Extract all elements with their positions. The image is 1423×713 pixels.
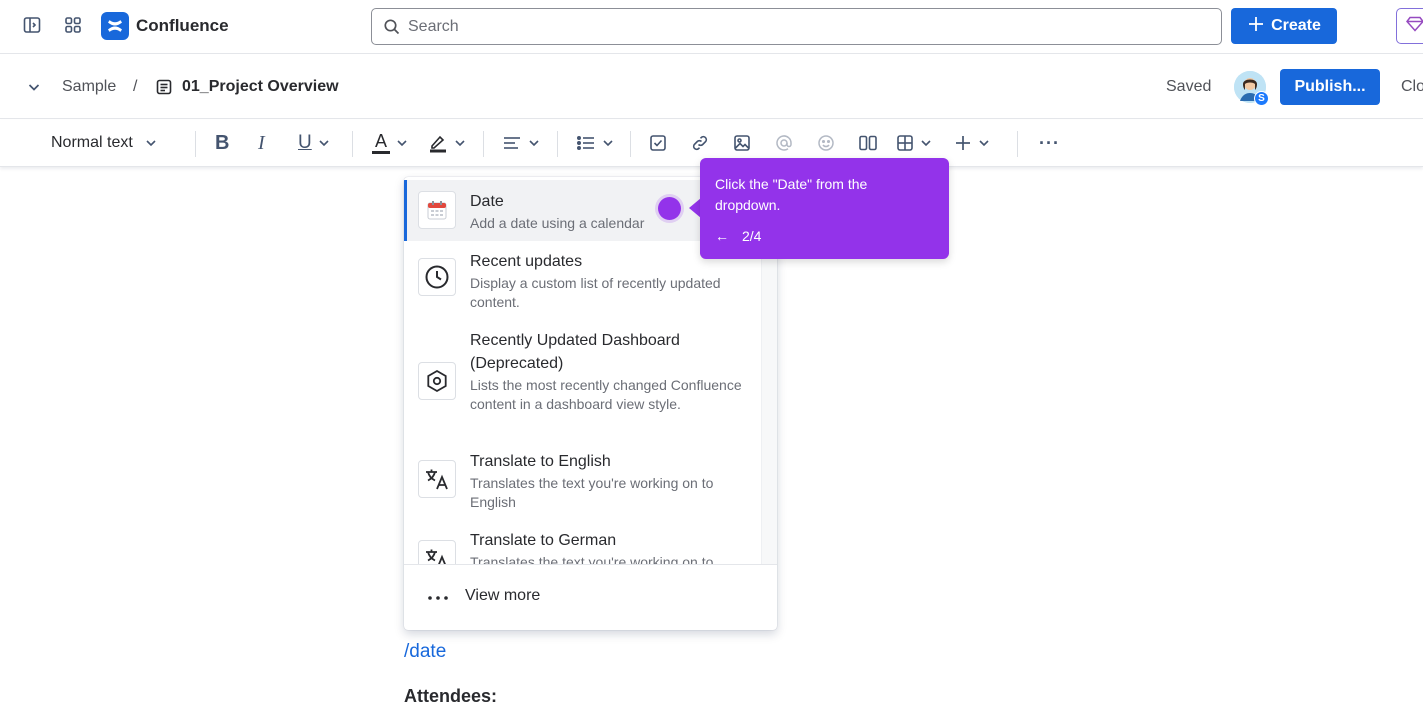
table-icon <box>896 134 914 152</box>
text-color-dropdown[interactable]: A <box>372 131 408 155</box>
menu-item-title: Translate to German <box>470 532 617 549</box>
image-icon <box>733 134 751 152</box>
chevron-down-icon <box>602 137 614 149</box>
more-options-button[interactable]: ··· <box>1039 131 1060 155</box>
menu-item-recently-updated-dashboard[interactable]: Recently Updated Dashboard (Deprecated) … <box>404 321 761 441</box>
app-switcher-icon[interactable] <box>61 13 85 37</box>
toolbar-divider <box>352 131 353 157</box>
chevron-down-icon <box>920 137 932 149</box>
emoji-button[interactable] <box>817 131 835 155</box>
plus-icon <box>954 134 972 152</box>
list-dropdown[interactable] <box>576 131 614 155</box>
italic-button[interactable]: I <box>258 131 265 155</box>
breadcrumb-separator: / <box>133 78 138 95</box>
avatar[interactable]: S <box>1234 71 1269 106</box>
link-icon <box>691 134 709 152</box>
toolbar-divider <box>195 131 196 157</box>
attendees-heading[interactable]: Attendees: <box>404 686 497 707</box>
menu-item-title: Translate to English <box>470 453 611 470</box>
save-status: Saved <box>1166 78 1212 95</box>
calendar-icon <box>418 191 456 229</box>
text-style-label: Normal text <box>51 134 133 151</box>
page-icon <box>154 77 174 97</box>
hexagon-icon <box>418 362 456 400</box>
columns-icon <box>858 134 878 152</box>
alignment-dropdown[interactable] <box>502 131 540 155</box>
create-button-label: Create <box>1271 17 1321 34</box>
chevron-down-icon <box>396 137 408 149</box>
guide-step-counter: 2/4 <box>742 228 762 244</box>
layouts-button[interactable] <box>858 131 878 155</box>
search-icon <box>382 17 402 37</box>
slash-command-text[interactable]: /date <box>404 641 446 663</box>
app-name[interactable]: Confluence <box>136 16 229 36</box>
toolbar-divider <box>557 131 558 157</box>
page-title[interactable]: 01_Project Overview <box>182 78 339 96</box>
toolbar-divider <box>1017 131 1018 157</box>
close-button[interactable]: Clo <box>1401 78 1423 96</box>
menu-item-translate-english[interactable]: Translate to English Translates the text… <box>404 441 761 521</box>
more-icon <box>426 586 450 610</box>
top-navigation-bar: Confluence Create <box>0 0 1423 54</box>
image-button[interactable] <box>733 131 751 155</box>
create-button[interactable]: Create <box>1231 8 1337 44</box>
menu-item-translate-german[interactable]: Translate to German Translates the text … <box>404 521 761 564</box>
page-header-bar: Sample / 01_Project Overview Saved S Pub… <box>0 55 1423 119</box>
task-checkbox-button[interactable] <box>649 131 667 155</box>
chevron-down-icon[interactable] <box>24 77 44 97</box>
guide-text: Click the "Date" from the dropdown. <box>715 176 868 213</box>
search-input[interactable] <box>408 17 1188 36</box>
underline-dropdown[interactable]: U <box>298 131 330 155</box>
translate-icon <box>418 460 456 498</box>
publish-button[interactable]: Publish... <box>1280 69 1380 105</box>
menu-item-description: Translates the text you're working on to <box>470 554 714 564</box>
chevron-down-icon <box>318 137 330 149</box>
view-more-label: View more <box>465 587 541 604</box>
breadcrumb-space[interactable]: Sample <box>62 78 116 96</box>
more-icon: ··· <box>1039 132 1060 153</box>
plus-icon <box>1247 15 1265 38</box>
avatar-badge: S <box>1254 91 1269 106</box>
menu-item-description: Display a custom list of recently update… <box>470 275 721 310</box>
chevron-down-icon <box>528 137 540 149</box>
italic-label: I <box>258 131 265 154</box>
bold-label: B <box>215 131 230 154</box>
menu-item-description: Lists the most recently changed Confluen… <box>470 377 742 412</box>
mention-button[interactable] <box>775 131 793 155</box>
chevron-down-icon <box>978 137 990 149</box>
chevron-down-icon <box>145 137 157 149</box>
link-button[interactable] <box>691 131 709 155</box>
toolbar-divider <box>483 131 484 157</box>
chevron-down-icon <box>454 137 466 149</box>
highlighter-icon <box>428 132 448 154</box>
sidebar-toggle-icon[interactable] <box>20 13 44 37</box>
guide-hotspot[interactable] <box>658 197 681 220</box>
text-color-label: A <box>374 130 387 151</box>
table-dropdown[interactable] <box>896 131 932 155</box>
align-left-icon <box>502 134 522 152</box>
clock-icon <box>418 258 456 296</box>
search-box[interactable] <box>371 8 1222 45</box>
insert-dropdown[interactable] <box>954 131 990 155</box>
guide-tooltip: Click the "Date" from the dropdown. ← 2/… <box>700 158 949 259</box>
highlight-dropdown[interactable] <box>428 131 466 155</box>
translate-icon <box>418 540 456 564</box>
view-more-button[interactable]: View more <box>404 564 777 630</box>
toolbar-divider <box>630 131 631 157</box>
text-color-icon: A <box>372 130 390 154</box>
at-sign-icon <box>775 134 793 152</box>
confluence-logo-icon[interactable] <box>101 12 129 40</box>
diamond-icon <box>1406 16 1423 37</box>
text-style-dropdown[interactable]: Normal text <box>51 131 157 155</box>
bullet-list-icon <box>576 134 596 152</box>
menu-item-description: Translates the text you're working on to… <box>470 475 714 510</box>
bold-button[interactable]: B <box>215 131 229 155</box>
menu-item-title: Recently Updated Dashboard (Deprecated) <box>470 332 680 372</box>
emoji-icon <box>817 134 835 152</box>
back-arrow-icon[interactable]: ← <box>715 228 729 244</box>
premium-button[interactable] <box>1396 8 1423 44</box>
checkbox-icon <box>649 134 667 152</box>
underline-label: U <box>298 132 312 153</box>
